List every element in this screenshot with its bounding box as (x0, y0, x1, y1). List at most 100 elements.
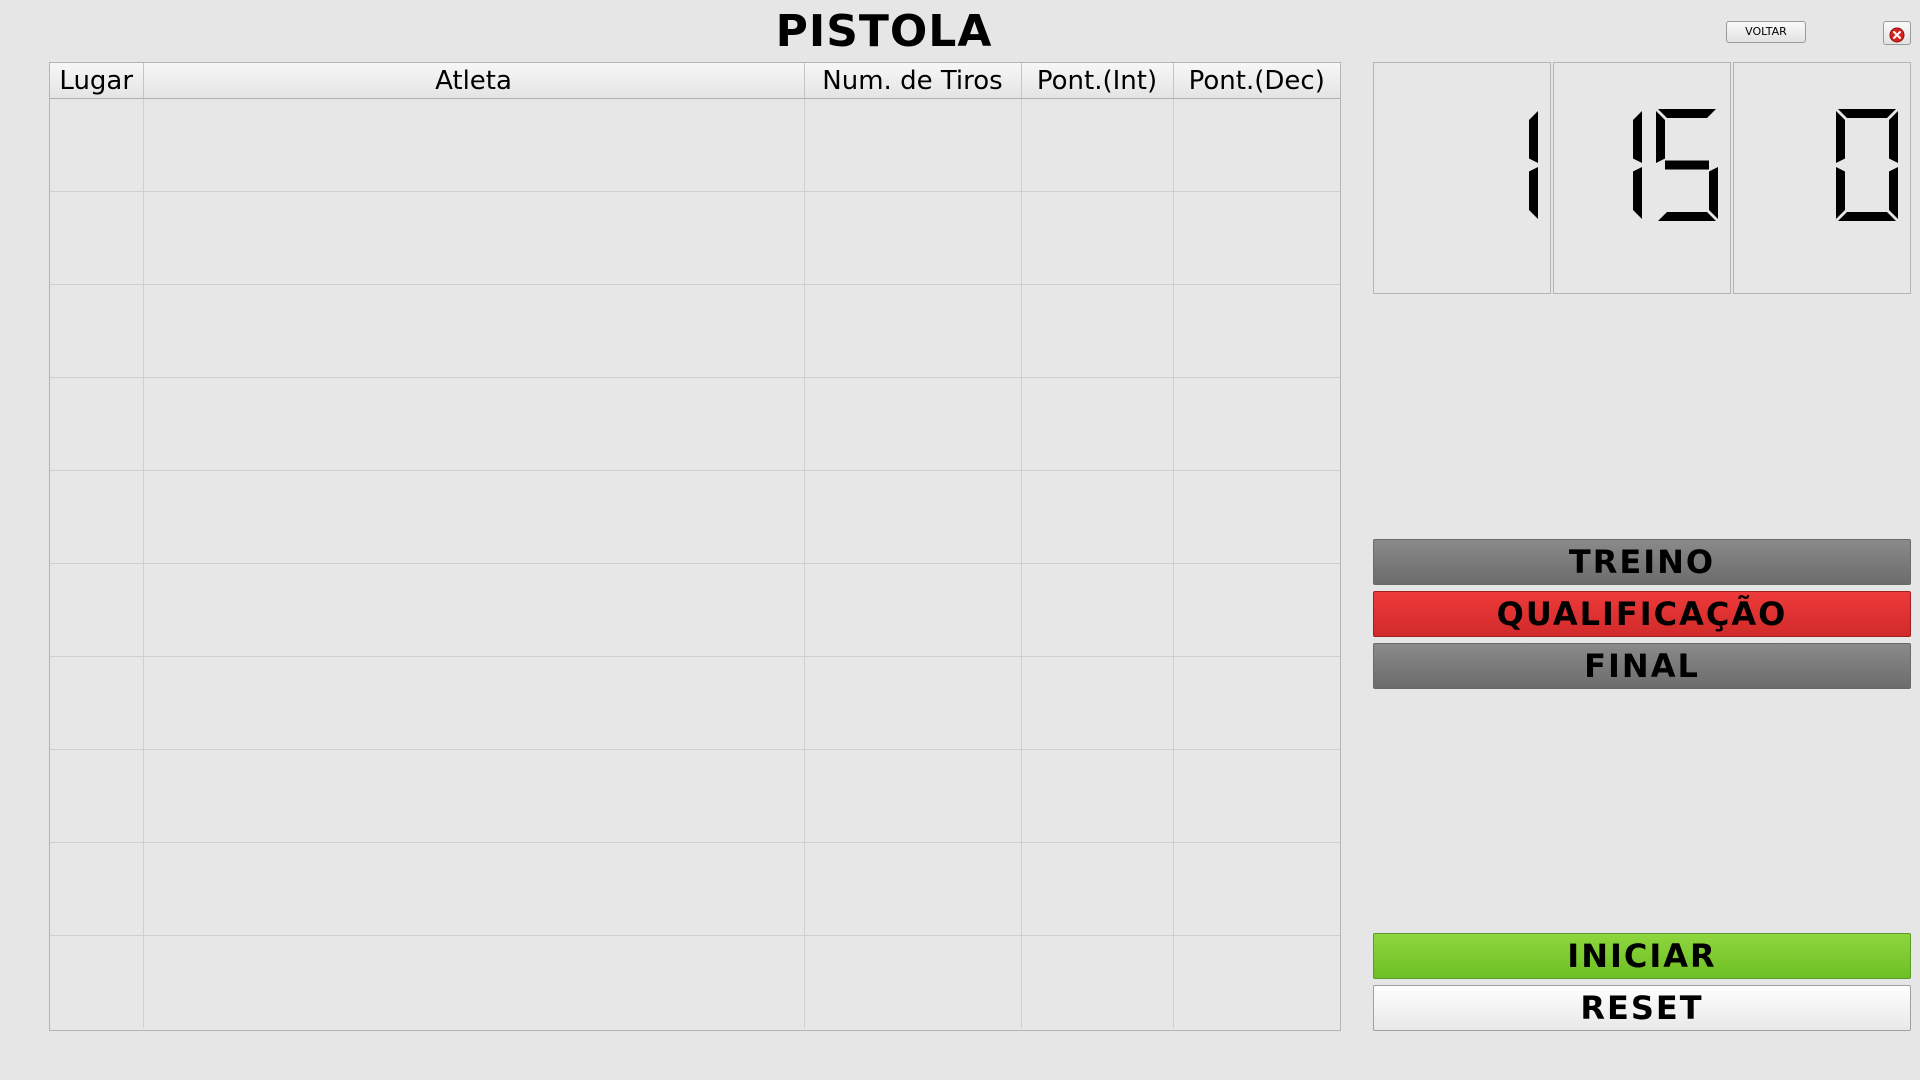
table-cell[interactable] (50, 656, 144, 750)
table-cell[interactable] (1173, 377, 1340, 471)
table-cell[interactable] (804, 191, 1022, 285)
timer-segment (1889, 167, 1898, 219)
table-row[interactable] (50, 377, 1340, 471)
table-cell[interactable] (1021, 563, 1174, 657)
column-header-atleta[interactable]: Atleta (143, 63, 805, 99)
table-cell[interactable] (1173, 936, 1340, 1029)
start-button[interactable]: INICIAR (1373, 933, 1911, 979)
table-cell[interactable] (1173, 98, 1340, 192)
table-cell[interactable] (143, 377, 805, 471)
table-cell[interactable] (1021, 656, 1174, 750)
timer-segment (1658, 212, 1716, 221)
table-cell[interactable] (50, 470, 144, 564)
table-cell[interactable] (143, 284, 805, 378)
timer-segment (1529, 111, 1538, 163)
timer-segment (1709, 167, 1718, 219)
reset-button[interactable]: RESET (1373, 985, 1911, 1031)
timer-segment (1836, 111, 1845, 163)
table-row[interactable] (50, 656, 1340, 750)
column-header-pont-int[interactable]: Pont.(Int) (1021, 63, 1174, 99)
table-cell[interactable] (804, 842, 1022, 936)
mode-treino-button[interactable]: TREINO (1373, 539, 1911, 585)
close-button[interactable] (1883, 21, 1911, 45)
table-cell[interactable] (1021, 470, 1174, 564)
table-row[interactable] (50, 98, 1340, 192)
table-cell[interactable] (804, 749, 1022, 843)
column-header-num-tiros[interactable]: Num. de Tiros (804, 63, 1022, 99)
table-cell[interactable] (50, 749, 144, 843)
table-cell[interactable] (1021, 935, 1174, 1028)
timer-segment (1656, 111, 1665, 163)
table-cell[interactable] (804, 656, 1022, 750)
table-row[interactable] (50, 842, 1340, 936)
results-table: Lugar Atleta Num. de Tiros Pont.(Int) Po… (49, 62, 1341, 1031)
table-cell[interactable] (804, 563, 1022, 657)
table-cell[interactable] (50, 563, 144, 657)
table-row[interactable] (50, 284, 1340, 378)
table-cell[interactable] (50, 284, 144, 378)
table-header-row: Lugar Atleta Num. de Tiros Pont.(Int) Po… (50, 63, 1340, 99)
table-cell[interactable] (50, 842, 144, 936)
table-cell[interactable] (1021, 842, 1174, 936)
table-cell[interactable] (1173, 191, 1340, 285)
table-cell[interactable] (1173, 563, 1340, 657)
table-row[interactable] (50, 470, 1340, 564)
table-cell[interactable] (804, 377, 1022, 471)
timer-minutes-box (1553, 62, 1731, 294)
table-cell[interactable] (804, 98, 1022, 192)
table-row[interactable] (50, 191, 1340, 285)
timer-minutes-digits (1633, 109, 1718, 221)
table-cell[interactable] (804, 284, 1022, 378)
timer-digit (1656, 109, 1718, 221)
table-cell[interactable] (143, 656, 805, 750)
table-cell[interactable] (1021, 284, 1174, 378)
table-cell[interactable] (143, 563, 805, 657)
table-cell[interactable] (143, 842, 805, 936)
timer-hours-box (1373, 62, 1551, 294)
timer-segment (1838, 212, 1896, 221)
timer-segment (1658, 109, 1716, 118)
timer-hours-digits (1529, 111, 1538, 219)
timer-segment (1633, 167, 1642, 219)
timer-segment (1836, 167, 1845, 219)
timer-seconds-digits (1836, 109, 1898, 221)
table-cell[interactable] (1021, 98, 1174, 192)
table-cell[interactable] (143, 935, 805, 1028)
table-cell[interactable] (804, 935, 1022, 1028)
timer-segment (1529, 167, 1538, 219)
table-cell[interactable] (1173, 284, 1340, 378)
table-cell[interactable] (1173, 842, 1340, 936)
table-row[interactable] (50, 749, 1340, 843)
timer-segment (1633, 111, 1642, 163)
table-row[interactable] (50, 563, 1340, 657)
timer-digit (1836, 109, 1898, 221)
table-cell[interactable] (1021, 191, 1174, 285)
table-cell[interactable] (1173, 749, 1340, 843)
timer-seconds-box (1733, 62, 1911, 294)
table-row[interactable] (50, 935, 1340, 1029)
timer-segment (1665, 160, 1709, 170)
table-cell[interactable] (143, 749, 805, 843)
table-cell[interactable] (804, 470, 1022, 564)
table-cell[interactable] (50, 377, 144, 471)
table-cell[interactable] (50, 191, 144, 285)
table-cell[interactable] (143, 98, 805, 192)
mode-final-button[interactable]: FINAL (1373, 643, 1911, 689)
table-cell[interactable] (143, 470, 805, 564)
back-button[interactable]: VOLTAR (1726, 21, 1806, 43)
table-cell[interactable] (1021, 377, 1174, 471)
timer-segment (1889, 111, 1898, 163)
table-cell[interactable] (1173, 656, 1340, 750)
column-header-pont-dec[interactable]: Pont.(Dec) (1173, 63, 1340, 99)
table-cell[interactable] (1021, 749, 1174, 843)
timer-digit (1633, 111, 1642, 219)
table-cell[interactable] (143, 191, 805, 285)
mode-qualificacao-button[interactable]: QUALIFICAÇÃO (1373, 591, 1911, 637)
timer-digit (1529, 111, 1538, 219)
column-header-lugar[interactable]: Lugar (50, 63, 144, 99)
timer-segment (1838, 109, 1896, 118)
table-cell[interactable] (50, 935, 144, 1028)
table-cell[interactable] (1173, 470, 1340, 564)
table-cell[interactable] (50, 98, 144, 192)
timer-display (1373, 62, 1911, 294)
